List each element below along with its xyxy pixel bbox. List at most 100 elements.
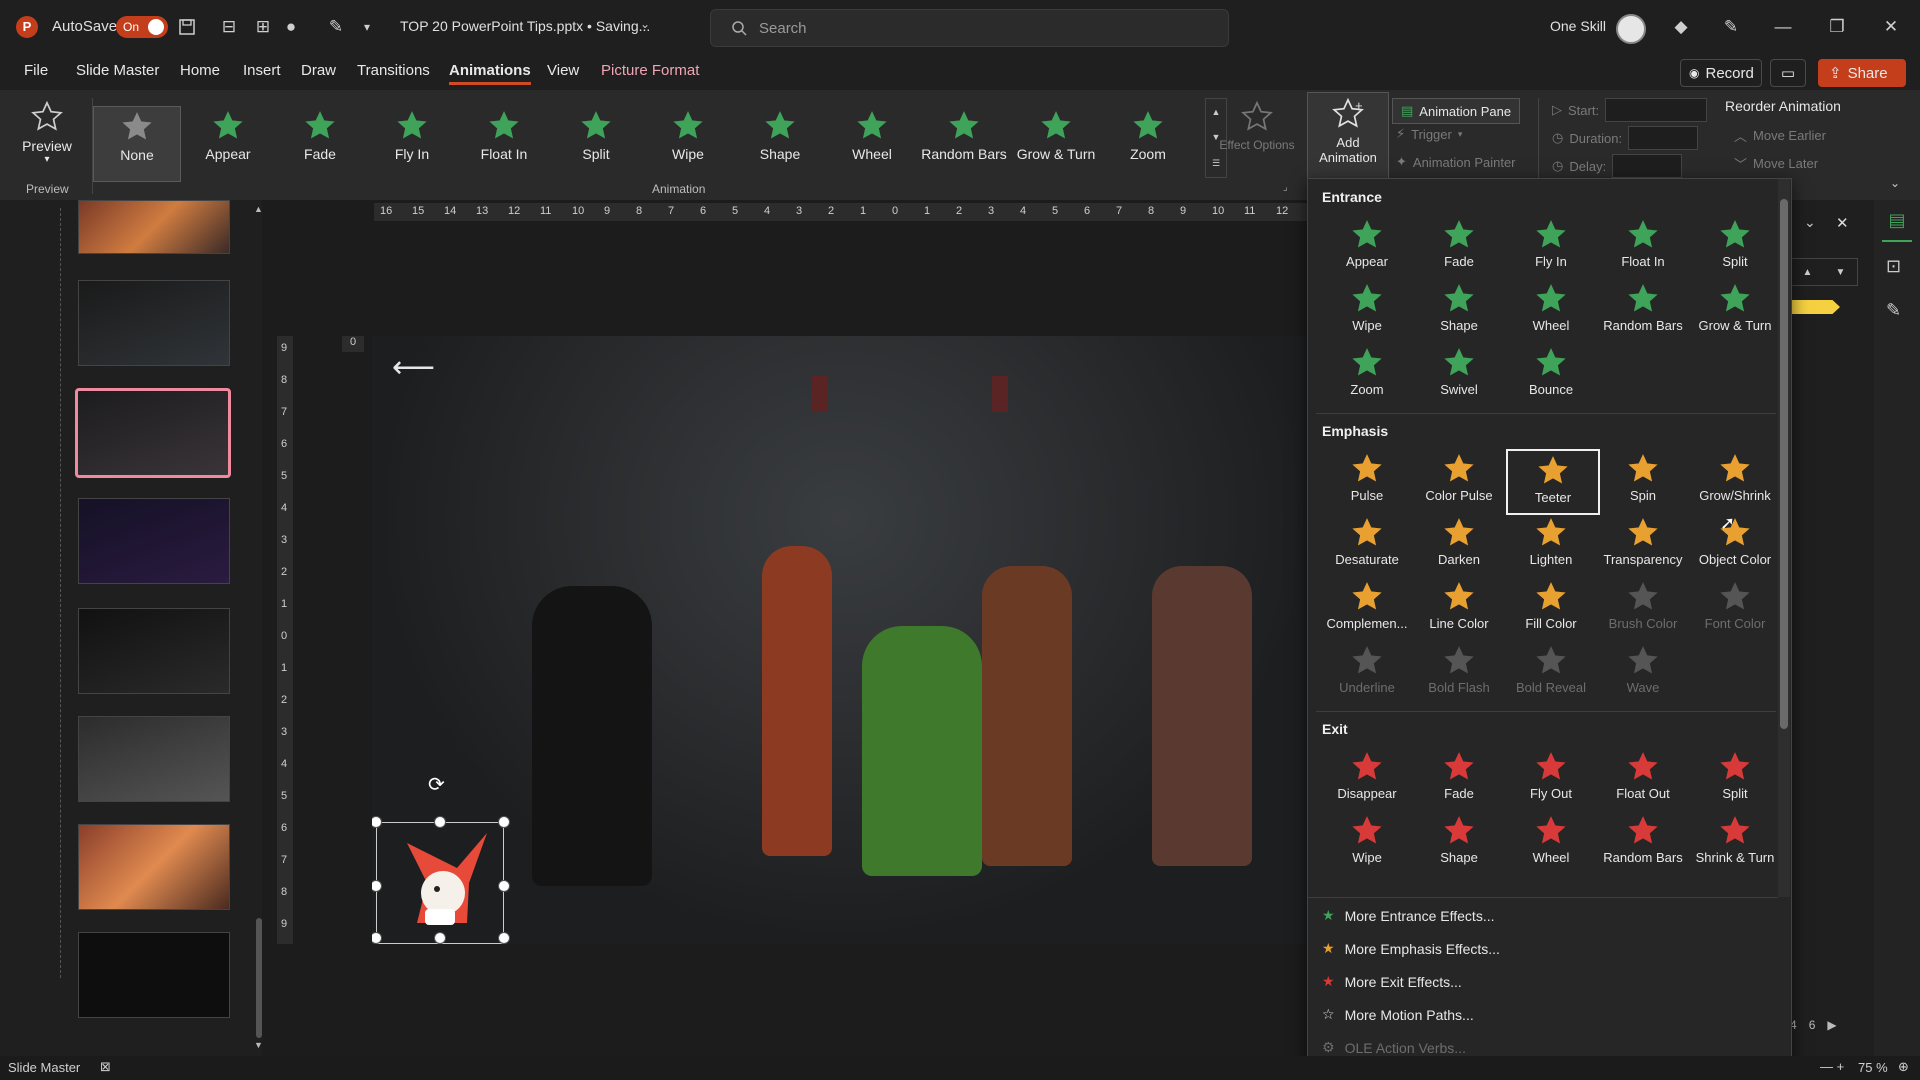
tab-animations[interactable]: Animations (449, 62, 531, 85)
emphasis-darken[interactable]: Darken (1414, 513, 1504, 575)
more-entrance-effects[interactable]: ★ More Entrance Effects... (1322, 907, 1494, 924)
slide-thumbnail[interactable] (78, 716, 230, 802)
emphasis-line-color[interactable]: Line Color (1414, 577, 1504, 639)
fit-slide-icon[interactable]: ⊕ (1898, 1059, 1909, 1075)
resize-handle[interactable] (498, 880, 510, 892)
pane-chevron-down-icon[interactable]: ⌄ (1804, 214, 1816, 231)
entrance-split[interactable]: Split (1690, 215, 1780, 277)
title-chevron-down-icon[interactable]: ⌄ (640, 17, 650, 31)
tab-draw[interactable]: Draw (301, 62, 336, 79)
exit-random-bars[interactable]: Random Bars (1598, 811, 1688, 873)
entrance-appear[interactable]: Appear (1322, 215, 1412, 277)
restore-icon[interactable]: ❐ (1826, 16, 1848, 38)
slide-thumbnail[interactable] (78, 280, 230, 366)
exit-shrink-turn[interactable]: Shrink & Turn (1690, 811, 1780, 873)
entrance-fly-in[interactable]: Fly In (1506, 215, 1596, 277)
entrance-fade[interactable]: Fade (1414, 215, 1504, 277)
entrance-shape[interactable]: Shape (1414, 279, 1504, 341)
zoom-slider[interactable]: — + (1820, 1059, 1844, 1074)
resize-handle[interactable] (498, 816, 510, 828)
slide-thumbnail[interactable] (78, 608, 230, 694)
search-box[interactable]: Search (710, 9, 1229, 47)
exit-split[interactable]: Split (1690, 747, 1780, 809)
slide-canvas[interactable]: ⟵ ⟳ (372, 336, 1312, 944)
resize-handle[interactable] (434, 816, 446, 828)
emphasis-teeter[interactable]: Teeter (1506, 449, 1600, 515)
animation-fly-in[interactable]: Fly In (369, 106, 455, 180)
animation-grow-turn[interactable]: Grow & Turn (1013, 106, 1099, 180)
tab-slide-master[interactable]: Slide Master (76, 62, 159, 79)
more-exit-effects[interactable]: ★ More Exit Effects... (1322, 973, 1462, 990)
diamond-icon[interactable]: ◆ (1670, 16, 1692, 38)
animation-wheel[interactable]: Wheel (829, 106, 915, 180)
rotate-handle-icon[interactable]: ⟳ (428, 772, 445, 797)
back-arrow-icon[interactable]: ⟵ (392, 350, 435, 385)
tab-view[interactable]: View (547, 62, 579, 79)
more-motion-paths[interactable]: ☆ More Motion Paths... (1322, 1006, 1474, 1023)
designer-side-icon[interactable]: ✎ (1886, 300, 1901, 321)
document-title[interactable]: TOP 20 PowerPoint Tips.pptx • Saving... (400, 18, 650, 34)
dropdown-scrollbar[interactable] (1778, 179, 1790, 897)
slide-thumbnail[interactable] (78, 498, 230, 584)
entrance-grow-turn[interactable]: Grow & Turn (1690, 279, 1780, 341)
exit-float-out[interactable]: Float Out (1598, 747, 1688, 809)
animation-random-bars[interactable]: Random Bars (921, 106, 1007, 180)
emphasis-spin[interactable]: Spin (1598, 449, 1688, 511)
animation-wipe[interactable]: Wipe (645, 106, 731, 180)
pane-down-icon[interactable]: ▼ (1836, 267, 1846, 278)
save-icon[interactable] (176, 16, 198, 38)
emphasis-pulse[interactable]: Pulse (1322, 449, 1412, 511)
emphasis-transparency[interactable]: Transparency (1598, 513, 1688, 575)
delay-input[interactable] (1612, 154, 1683, 178)
exit-fade[interactable]: Fade (1414, 747, 1504, 809)
pane-page-nav[interactable]: 4 6 ▶ (1790, 1018, 1837, 1032)
pane-close-icon[interactable]: ✕ (1836, 214, 1849, 232)
emphasis-desaturate[interactable]: Desaturate (1322, 513, 1412, 575)
animation-zoom[interactable]: Zoom (1105, 106, 1191, 180)
entrance-zoom[interactable]: Zoom (1322, 343, 1412, 405)
entrance-float-in[interactable]: Float In (1598, 215, 1688, 277)
animation-shape[interactable]: Shape (737, 106, 823, 180)
avatar[interactable] (1616, 14, 1646, 44)
start-select[interactable] (1605, 98, 1708, 122)
slide-thumbnail[interactable] (78, 932, 230, 1018)
exit-fly-out[interactable]: Fly Out (1506, 747, 1596, 809)
emphasis-color-pulse[interactable]: Color Pulse (1414, 449, 1504, 511)
tab-transitions[interactable]: Transitions (357, 62, 430, 79)
pane-up-icon[interactable]: ▲ (1803, 267, 1813, 278)
exit-wheel[interactable]: Wheel (1506, 811, 1596, 873)
animation-none[interactable]: None (93, 106, 181, 182)
shapes-icon[interactable]: ● (280, 16, 302, 38)
pane-reorder-controls[interactable]: ▲ ▼ (1790, 258, 1858, 286)
tab-insert[interactable]: Insert (243, 62, 281, 79)
record-button[interactable]: ◉ Record (1680, 59, 1762, 87)
animation-pane-button[interactable]: ▤ Animation Pane (1392, 98, 1521, 124)
slide-thumbnail[interactable] (78, 200, 230, 254)
minimize-icon[interactable]: — (1772, 16, 1794, 38)
resize-handle[interactable] (434, 932, 446, 944)
format-side-icon[interactable]: ⊡ (1886, 256, 1901, 277)
close-icon[interactable]: ✕ (1880, 16, 1902, 38)
entrance-wheel[interactable]: Wheel (1506, 279, 1596, 341)
pen-icon[interactable]: ✎ (1720, 16, 1742, 38)
comments-button[interactable]: ▭ (1770, 59, 1806, 87)
emphasis-lighten[interactable]: Lighten (1506, 513, 1596, 575)
tab-home[interactable]: Home (180, 62, 220, 79)
collapse-ribbon-icon[interactable]: ⌄ (1890, 176, 1900, 190)
emphasis-fill-color[interactable]: Fill Color (1506, 577, 1596, 639)
autosave-toggle[interactable]: On (116, 16, 168, 38)
tab-picture-format[interactable]: Picture Format (601, 62, 699, 79)
exit-wipe[interactable]: Wipe (1322, 811, 1412, 873)
animation-fade[interactable]: Fade (277, 106, 363, 180)
exit-shape[interactable]: Shape (1414, 811, 1504, 873)
entrance-random-bars[interactable]: Random Bars (1598, 279, 1688, 341)
exit-disappear[interactable]: Disappear (1322, 747, 1412, 809)
resize-handle[interactable] (498, 932, 510, 944)
entrance-swivel[interactable]: Swivel (1414, 343, 1504, 405)
animation-appear[interactable]: Appear (185, 106, 271, 180)
zoom-level[interactable]: 75 % (1858, 1060, 1888, 1075)
animation-split[interactable]: Split (553, 106, 639, 180)
emphasis-complemen[interactable]: Complemen... (1322, 577, 1412, 639)
entrance-wipe[interactable]: Wipe (1322, 279, 1412, 341)
preview-button[interactable]: Preview ▾ (4, 96, 90, 170)
